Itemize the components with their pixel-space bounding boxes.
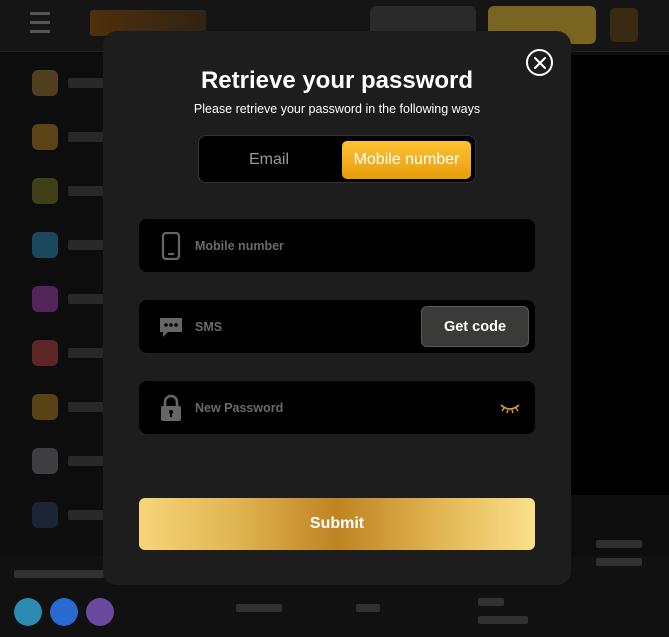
mobile-field — [139, 219, 535, 272]
bell-icon — [610, 8, 638, 42]
sidebar-icon — [32, 394, 58, 420]
footer-text — [596, 540, 642, 548]
sidebar-text — [68, 132, 104, 142]
sidebar-icon — [32, 286, 58, 312]
tab-mobile-number[interactable]: Mobile number — [342, 141, 471, 179]
sidebar-text — [68, 294, 104, 304]
modal-title: Retrieve your password — [200, 67, 474, 94]
sidebar-text — [68, 240, 104, 250]
sidebar-text — [68, 186, 104, 196]
sidebar-icon — [32, 178, 58, 204]
tab-email[interactable]: Email — [203, 141, 335, 179]
sidebar-text — [68, 78, 104, 88]
eye-closed-icon[interactable] — [499, 401, 521, 415]
footer-text — [14, 570, 104, 578]
sidebar-icon — [32, 124, 58, 150]
social-icon — [14, 598, 42, 626]
social-icon — [50, 598, 78, 626]
sidebar-text — [68, 510, 104, 520]
sms-code-input[interactable] — [195, 300, 415, 353]
sidebar-text — [68, 456, 104, 466]
new-password-input[interactable] — [195, 381, 415, 434]
footer-text — [478, 598, 504, 606]
content-panel — [571, 55, 669, 495]
sidebar-icon — [32, 448, 58, 474]
method-tabs: Email Mobile number — [198, 135, 476, 183]
footer-text — [596, 558, 642, 566]
sidebar-text — [68, 348, 104, 358]
sidebar-icon — [32, 340, 58, 366]
menu-icon — [30, 12, 52, 38]
submit-button[interactable]: Submit — [139, 498, 535, 550]
get-code-button[interactable]: Get code — [421, 306, 529, 347]
sms-field: Get code — [139, 300, 535, 353]
footer-text — [236, 604, 282, 612]
mobile-number-input[interactable] — [195, 219, 415, 272]
sidebar-text — [68, 402, 104, 412]
sidebar-icon — [32, 70, 58, 96]
modal-subtitle: Please retrieve your password in the fol… — [193, 102, 481, 116]
password-field — [139, 381, 535, 434]
social-icon — [86, 598, 114, 626]
footer-text — [478, 616, 528, 624]
sidebar-icon — [32, 232, 58, 258]
retrieve-password-modal: Retrieve your password Please retrieve y… — [103, 31, 571, 585]
lock-icon — [161, 394, 181, 421]
message-icon — [160, 318, 182, 337]
sidebar-icon — [32, 502, 58, 528]
sidebar — [0, 56, 104, 556]
phone-icon — [161, 232, 181, 260]
footer-text — [356, 604, 380, 612]
